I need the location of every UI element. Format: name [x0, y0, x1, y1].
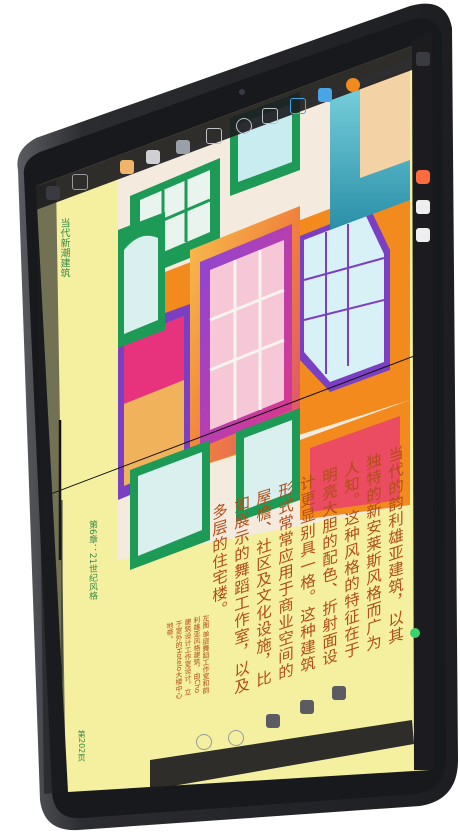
layers-icon[interactable]: [416, 170, 430, 184]
crop-tool-icon[interactable]: [236, 118, 252, 134]
grid-icon[interactable]: [266, 714, 280, 728]
color-tool-icon[interactable]: [346, 78, 360, 92]
shape-tool-icon[interactable]: [262, 108, 278, 124]
tablet-device: [17, 3, 459, 831]
figure-caption: 左图 单层舞蹈工作室和韵利雄亚风格建筑，由Cho建筑设计工作室设计。立于室外的H…: [166, 613, 210, 700]
page-number: 第202页: [77, 730, 86, 762]
menu-icon[interactable]: [46, 186, 60, 200]
zoom-icon[interactable]: [300, 700, 314, 714]
close-icon[interactable]: [72, 174, 88, 190]
hamburger-menu-icon[interactable]: [416, 52, 430, 66]
text-tool-icon[interactable]: [318, 88, 332, 102]
redo-icon[interactable]: [228, 730, 244, 746]
layer-thumb-icon[interactable]: [416, 200, 430, 214]
running-head: 当代新潮建筑: [58, 217, 69, 279]
transform-tool-icon[interactable]: [290, 98, 306, 114]
chapter-label: 第6章：21世纪风格: [87, 519, 97, 601]
pen-tool-icon[interactable]: [146, 150, 160, 164]
active-indicator-icon: [410, 628, 420, 638]
undo-icon[interactable]: [196, 734, 212, 750]
eraser-tool-icon[interactable]: [176, 140, 190, 154]
selection-tool-icon[interactable]: [206, 128, 222, 144]
layer-thumb-icon[interactable]: [416, 228, 430, 242]
hand-icon[interactable]: [332, 686, 346, 700]
brush-tool-icon[interactable]: [120, 160, 134, 174]
